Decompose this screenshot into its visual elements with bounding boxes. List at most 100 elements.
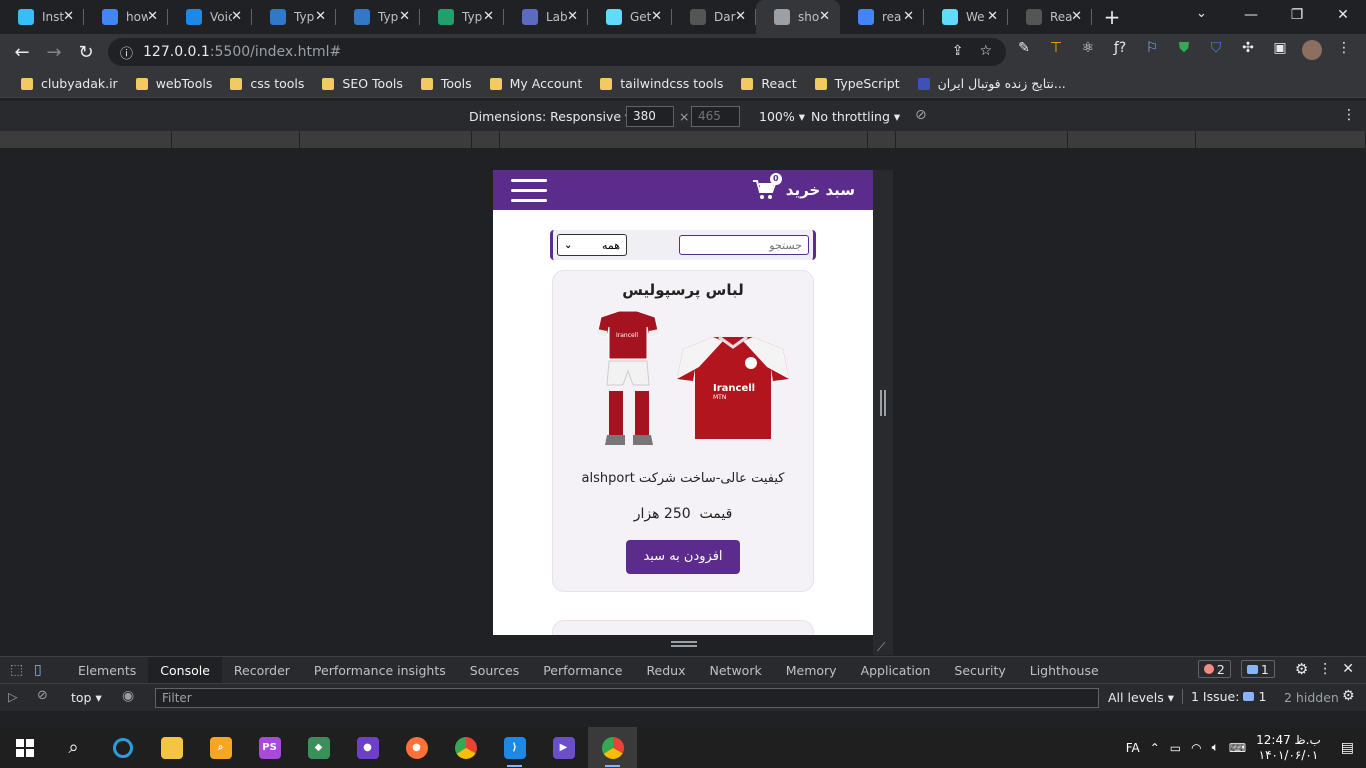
devtools-tab[interactable]: Memory [774, 657, 849, 684]
devtools-tab[interactable]: Console [148, 656, 222, 684]
translate-extension-icon[interactable]: ⚐ [1142, 40, 1162, 60]
media-query-ruler[interactable] [0, 131, 1366, 148]
browser-tab[interactable]: Get ✕ [588, 0, 672, 34]
inspect-element-icon[interactable]: ⬚ [10, 662, 26, 678]
tab-search-icon[interactable]: ⌄ [1196, 6, 1207, 21]
keyboard-icon[interactable]: ⌨ [1229, 741, 1246, 755]
context-select[interactable]: top ▾ [71, 690, 102, 705]
devtools-tab[interactable]: Elements [66, 657, 148, 684]
browser-tab[interactable]: Lab ✕ [504, 0, 588, 34]
device-toggle-icon[interactable]: ▯ [34, 662, 52, 678]
close-tab-icon[interactable]: ✕ [1071, 9, 1082, 24]
react-devtools-icon[interactable]: ⚛ [1078, 40, 1098, 60]
file-explorer-icon[interactable] [147, 727, 196, 768]
devtools-tab[interactable]: Application [849, 657, 943, 684]
browser-tab[interactable]: rea ✕ [840, 0, 924, 34]
close-tab-icon[interactable]: ✕ [63, 9, 74, 24]
back-button[interactable]: ← [6, 42, 38, 63]
new-tab-button[interactable]: + [1092, 5, 1132, 29]
close-tab-icon[interactable]: ✕ [903, 9, 914, 24]
bookmark-item[interactable]: tailwindcss tools [591, 76, 732, 91]
close-tab-icon[interactable]: ✕ [315, 9, 326, 24]
close-tab-icon[interactable]: ✕ [987, 9, 998, 24]
devtools-tab[interactable]: Network [698, 657, 774, 684]
console-output[interactable] [0, 711, 1366, 727]
bookmark-item[interactable]: TypeScript [806, 76, 909, 91]
pen-extension-icon[interactable]: ✎ [1014, 40, 1034, 60]
media-player-icon[interactable]: ▶ [539, 727, 588, 768]
rotate-icon[interactable]: ⊘ [915, 107, 927, 123]
search-app-icon[interactable]: ⌕ [196, 727, 245, 768]
console-settings-gear-icon[interactable]: ⚙ [1342, 688, 1355, 704]
category-select[interactable]: همه ⌄ [557, 234, 627, 256]
shield-blue-icon[interactable]: ⛉ [1206, 40, 1226, 60]
volume-icon[interactable]: 🔈︎ [1212, 740, 1219, 755]
throttling-dropdown[interactable]: No throttling ▾ [811, 109, 900, 124]
clock[interactable]: 12:47 ب.ظ ۱۴۰۱/۰۶/۰۱ [1256, 733, 1321, 763]
devtools-tab[interactable]: Sources [458, 657, 531, 684]
close-tab-icon[interactable]: ✕ [819, 9, 830, 24]
bookmark-item[interactable]: css tools [221, 76, 313, 91]
browser-tab[interactable]: Typ ✕ [252, 0, 336, 34]
browser-tab[interactable]: Rea ✕ [1008, 0, 1092, 34]
cart-link[interactable]: سبد خرید 0 [752, 173, 855, 201]
address-bar[interactable]: ⓘ 127.0.0.1:5500/index.html# ⇪ ☆ [108, 38, 1006, 66]
dimensions-dropdown[interactable]: Dimensions: Responsive ▾ [469, 109, 631, 124]
wifi-icon[interactable]: ◠ [1191, 741, 1201, 755]
restore-button[interactable]: ❐ [1274, 0, 1320, 30]
browser-tab[interactable]: Inst ✕ [0, 0, 84, 34]
close-tab-icon[interactable]: ✕ [483, 9, 494, 24]
battery-icon[interactable]: ▭ [1170, 741, 1181, 755]
bookmark-item[interactable]: React [732, 76, 805, 91]
language-indicator[interactable]: FA [1126, 741, 1140, 755]
resize-handle-right[interactable] [880, 390, 886, 416]
firefox-icon[interactable]: ● [392, 727, 441, 768]
close-window-button[interactable]: ✕ [1320, 0, 1366, 30]
clear-console-icon[interactable]: ⊘ [37, 688, 48, 703]
reload-button[interactable]: ↻ [70, 42, 102, 63]
close-tab-icon[interactable]: ✕ [567, 9, 578, 24]
puzzle-extensions-icon[interactable]: ✣ [1238, 40, 1258, 60]
close-tab-icon[interactable]: ✕ [147, 9, 158, 24]
devtools-tab[interactable]: Performance [531, 657, 634, 684]
message-count-badge[interactable]: 1 [1240, 660, 1275, 678]
bookmark-item[interactable]: Tools [412, 76, 481, 91]
bookmark-item[interactable]: My Account [481, 76, 592, 91]
close-tab-icon[interactable]: ✕ [231, 9, 242, 24]
shield-green-icon[interactable]: ⛊ [1174, 40, 1194, 60]
share-icon[interactable]: ⇪ [952, 43, 964, 59]
search-input[interactable] [679, 235, 809, 255]
devtools-menu-icon[interactable]: ⋮ [1318, 661, 1332, 677]
error-count-badge[interactable]: 2 [1197, 660, 1231, 678]
close-tab-icon[interactable]: ✕ [651, 9, 662, 24]
forward-button[interactable]: → [38, 42, 70, 63]
sidebar-toggle-icon[interactable]: ▷ [8, 689, 18, 704]
chevron-up-icon[interactable]: ⌃ [1150, 741, 1160, 755]
browser-tab[interactable]: sho ✕ [756, 0, 840, 34]
browser-tab[interactable]: Dar ✕ [672, 0, 756, 34]
bookmark-item[interactable]: SEO Tools [313, 76, 411, 91]
browser-tab[interactable]: Typ ✕ [420, 0, 504, 34]
close-devtools-icon[interactable]: ✕ [1342, 661, 1354, 677]
browser-tab[interactable]: Typ ✕ [336, 0, 420, 34]
zoom-dropdown[interactable]: 100% ▾ [759, 109, 805, 124]
github-desktop-icon[interactable]: ● [343, 727, 392, 768]
site-info-icon[interactable]: ⓘ [120, 43, 133, 62]
browser-tab[interactable]: We ✕ [924, 0, 1008, 34]
profile-avatar[interactable] [1302, 40, 1322, 60]
function-extension-icon[interactable]: ƒ? [1110, 40, 1130, 60]
sourcetree-icon[interactable]: ◆ [294, 727, 343, 768]
chrome-active-icon[interactable] [588, 727, 637, 768]
eye-icon[interactable]: ◉ [122, 688, 134, 704]
console-filter-input[interactable]: Filter [155, 688, 1099, 708]
bookmark-item[interactable]: webTools [127, 76, 222, 91]
notifications-icon[interactable]: ▤ [1341, 740, 1354, 756]
bookmark-item[interactable]: نتایج زنده فوتبال ایران... [909, 76, 1075, 91]
ruler-extension-icon[interactable]: ⊤ [1046, 40, 1066, 60]
browser-tab[interactable]: how ✕ [84, 0, 168, 34]
add-to-cart-button[interactable]: افزودن به سبد [626, 540, 740, 574]
issues-button[interactable]: 1 Issue: 1 [1182, 689, 1266, 704]
minimize-button[interactable]: — [1228, 0, 1274, 30]
resize-corner-icon[interactable]: ⟋ [877, 640, 889, 654]
devtools-tab[interactable]: Recorder [222, 657, 302, 684]
